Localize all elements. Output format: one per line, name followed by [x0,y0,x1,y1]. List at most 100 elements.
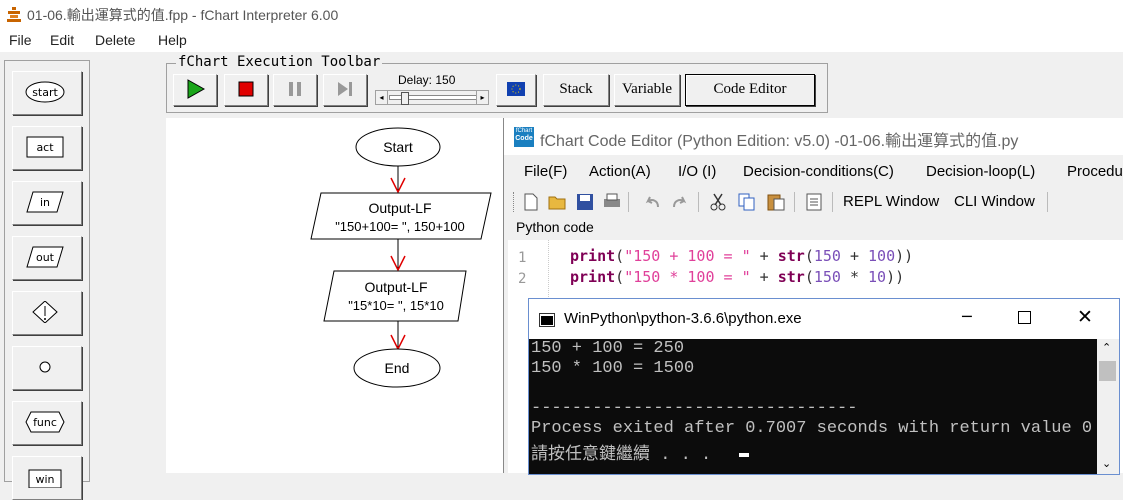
delay-slider[interactable]: ◂ ▸ [375,90,489,105]
paste-icon[interactable] [766,193,786,211]
palette-act-button[interactable]: act [12,126,82,170]
console-line: -------------------------------- [531,399,858,418]
scroll-up-icon[interactable]: ⌃ [1102,341,1111,354]
svg-text:"150+100= ", 150+100: "150+100= ", 150+100 [335,219,465,234]
console-output[interactable]: 150 + 100 = 250 150 * 100 = 1500 -------… [529,339,1097,474]
line-number: 1 [518,250,527,266]
console-scrollbar[interactable]: ⌃ ⌄ [1097,339,1119,474]
code-line-2: print("150 * 100 = " + str(150 * 10)) [570,268,905,286]
svg-text:Output-LF: Output-LF [368,200,431,216]
svg-text:start: start [32,86,58,99]
menu-file[interactable]: File [9,32,32,48]
editor-toolbar: REPL Window CLI Window [504,187,1123,217]
console-cursor [739,453,749,457]
print-icon[interactable] [602,193,622,211]
console-line: 150 * 100 = 1500 [531,359,695,378]
editor-menu-action[interactable]: Action(A) [589,163,651,180]
svg-text:End: End [385,360,410,376]
console-line: 150 + 100 = 250 [531,339,685,358]
flowchart: Start Output-LF "150+100= ", 150+100 Out… [310,127,492,388]
pause-button[interactable] [273,74,317,106]
editor-menu-file[interactable]: File(F) [524,163,567,180]
cut-icon[interactable] [710,193,726,211]
new-file-icon[interactable] [522,193,540,211]
editor-menu-procedure[interactable]: Procedu [1067,163,1123,180]
editor-menu-io[interactable]: I/O (I) [678,163,716,180]
end-node[interactable]: End [353,348,441,388]
output-shape-icon: out [26,246,64,268]
palette-out-button[interactable]: out [12,236,82,280]
console-line: 請按任意鍵繼續 . . . [531,446,722,465]
input-shape-icon: in [26,191,64,213]
python-code-label: Python code [516,219,594,235]
code-editor-button[interactable]: Code Editor [685,74,815,106]
step-button[interactable] [323,74,367,106]
editor-menu-decision-loop[interactable]: Decision-loop(L) [926,163,1035,180]
start-node[interactable]: Start [355,127,441,167]
repl-window-button[interactable]: REPL Window [843,193,939,210]
variable-button[interactable]: Variable [614,74,680,106]
palette-in-button[interactable]: in [12,181,82,225]
pause-icon [289,82,301,96]
open-folder-icon[interactable] [548,193,568,211]
close-icon[interactable]: ✕ [1077,306,1093,328]
output-node-1[interactable]: Output-LF "150+100= ", 150+100 [310,192,492,240]
scroll-down-icon[interactable]: ⌄ [1102,457,1111,470]
editor-title: fChart Code Editor (Python Edition: v5.0… [540,133,1019,150]
toolbar-separator [794,192,795,212]
editor-menu-decision-conditions[interactable]: Decision-conditions(C) [743,163,894,180]
console-icon [539,313,555,327]
document-list-icon[interactable] [806,193,822,211]
palette-func-button[interactable]: func [12,401,82,445]
redo-icon[interactable] [670,194,688,210]
scroll-thumb[interactable] [1099,361,1116,381]
save-icon[interactable] [576,193,594,211]
svg-text:out: out [36,251,55,264]
title-bar: 01-06.輸出運算式的值.fpp - fChart Interpreter 6… [0,0,1123,30]
line-number: 2 [518,271,527,287]
stop-icon [238,81,254,97]
maximize-icon[interactable] [1018,311,1031,324]
palette-decision-button[interactable] [12,291,82,335]
flowchart-canvas[interactable]: Start Output-LF "150+100= ", 150+100 Out… [166,118,506,473]
toolbar-separator [698,192,699,212]
editor-title-bar: fChart Code fChart Code Editor (Python Ed… [504,118,1123,155]
slider-right-arrow-icon[interactable]: ▸ [476,91,488,104]
console-title-bar: WinPython\python-3.6.6\python.exe ─ ✕ [529,299,1119,339]
decision-diamond-icon [32,301,58,323]
flag-button[interactable] [496,74,536,106]
undo-icon[interactable] [644,194,662,210]
stop-button[interactable] [224,74,268,106]
run-button[interactable] [173,74,217,106]
copy-icon[interactable] [738,193,756,211]
palette-connector-button[interactable] [12,346,82,390]
window-shape-icon: win [28,469,62,488]
palette-win-button[interactable]: win [12,456,82,500]
svg-text:win: win [35,473,54,486]
terminal-shape-icon: start [25,81,65,103]
palette-start-button[interactable]: start [12,71,82,115]
editor-menu-bar: File(F) Action(A) I/O (I) Decision-condi… [504,155,1123,187]
output-node-2[interactable]: Output-LF "15*10= ", 15*10 [323,270,467,322]
toolbar-grip [513,192,516,212]
svg-text:in: in [40,196,50,209]
fchart-app-icon [7,7,21,22]
toolbar-legend: fChart Execution Toolbar [176,54,383,70]
slider-left-arrow-icon[interactable]: ◂ [376,91,388,104]
menu-help[interactable]: Help [158,32,187,48]
console-line: Process exited after 0.7007 seconds with… [531,419,1093,438]
svg-text:Output-LF: Output-LF [364,279,427,295]
menu-delete[interactable]: Delete [95,32,135,48]
toolbar-separator [628,192,629,212]
eu-flag-icon [507,82,525,96]
process-shape-icon: act [26,136,64,158]
menu-edit[interactable]: Edit [50,32,74,48]
minimize-icon[interactable]: ─ [962,307,972,326]
toolbar-separator [832,192,833,212]
svg-text:"15*10= ", 15*10: "15*10= ", 15*10 [348,298,444,313]
cli-window-button[interactable]: CLI Window [954,193,1035,210]
svg-text:func: func [33,416,57,429]
fchart-code-icon: fChart Code [514,127,534,147]
slider-thumb[interactable] [401,92,409,105]
stack-button[interactable]: Stack [543,74,609,106]
